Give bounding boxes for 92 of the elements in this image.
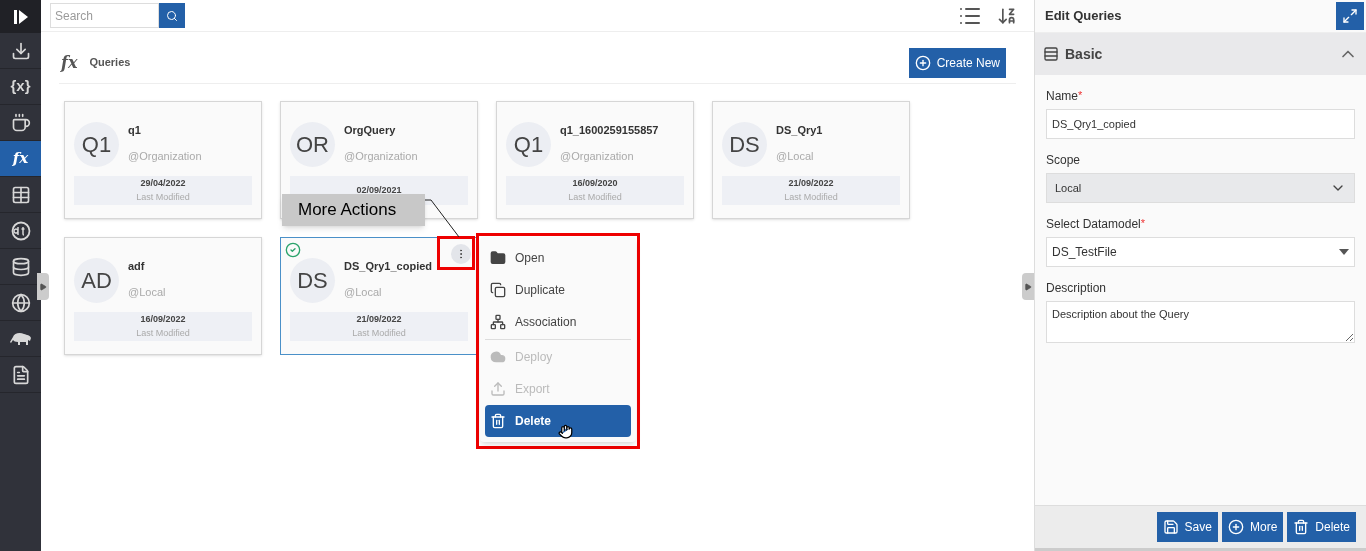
modified-label: Last Modified: [136, 326, 190, 340]
scope-select[interactable]: Local: [1046, 173, 1355, 203]
queries-icon: fx: [61, 50, 78, 75]
plus-circle-icon: [914, 54, 931, 71]
glyph-icon: fx: [12, 147, 29, 170]
query-scope: @Local: [344, 284, 383, 300]
panel-title: Edit Queries: [1045, 7, 1122, 26]
folder-icon: [490, 250, 506, 266]
avatar-initials: AD: [74, 258, 119, 303]
play-icon: [1024, 282, 1032, 291]
modified-label: Last Modified: [136, 190, 190, 204]
required-mark: *: [1078, 88, 1083, 103]
modified-date: 16/09/2022: [140, 313, 186, 326]
query-scope: @Local: [128, 284, 166, 300]
globe-icon: [10, 292, 31, 313]
expand-icon: [1342, 8, 1358, 24]
modified-label: Last Modified: [568, 190, 622, 204]
menu-item[interactable]: Duplicate: [485, 274, 631, 306]
app-logo[interactable]: [12, 8, 29, 25]
dt-circle-icon: [10, 220, 31, 241]
footer-button[interactable]: Delete: [1287, 512, 1356, 542]
footer-button[interactable]: Save: [1156, 512, 1218, 542]
field-label: Name: [1046, 88, 1078, 105]
section-title: Basic: [1065, 44, 1103, 64]
glyph-icon: {x}: [10, 75, 31, 98]
hierarchy-icon: [490, 314, 506, 330]
query-name: q1: [128, 123, 142, 138]
collapse-handle[interactable]: [1022, 273, 1034, 300]
field-label: Select Datamodel: [1046, 216, 1141, 233]
modified-date: 21/09/2022: [788, 177, 834, 190]
query-name: DS_Qry1: [776, 123, 823, 138]
table-icon: [10, 184, 31, 205]
menu-item[interactable]: Open: [485, 242, 631, 274]
query-name: OrgQuery: [344, 123, 397, 138]
more-actions-tooltip: More Actions: [282, 194, 425, 226]
avatar-initials: DS: [722, 122, 767, 167]
collapse-handle[interactable]: [37, 273, 49, 300]
query-scope: @Organization: [344, 148, 418, 164]
sidebar-item[interactable]: fx: [0, 141, 41, 177]
copy-icon: [490, 282, 506, 298]
section-icon: [1043, 46, 1059, 62]
avatar-initials: Q1: [74, 122, 119, 167]
trash-icon: [1293, 519, 1310, 535]
query-name: DS_Qry1_copied: [344, 259, 433, 274]
caret-icon: [1339, 249, 1349, 255]
query-scope: @Organization: [560, 148, 635, 164]
query-scope: @Local: [776, 148, 815, 164]
query-card[interactable]: DS DS_Qry1_copied @Local 21/09/2022 Last Modified: [280, 237, 478, 355]
page-title: Queries: [89, 55, 131, 71]
plus-circle-icon: [1227, 519, 1244, 535]
datamodel-dropdown[interactable]: DS_TestFile: [1046, 237, 1355, 267]
modified-date: 16/09/2020: [572, 177, 618, 190]
modified-date: 02/09/2021: [356, 183, 402, 197]
create-new-button[interactable]: Create New: [908, 47, 1006, 78]
expand-button[interactable]: [1336, 2, 1364, 30]
avatar-initials: DS: [290, 258, 335, 303]
avatar-initials: OR: [290, 122, 335, 167]
field-label: Scope: [1046, 152, 1081, 169]
query-card[interactable]: AD adf @Local 16/09/2022 Last Modified: [64, 237, 262, 355]
modified-date: 29/04/2022: [140, 177, 186, 190]
trash-icon: [490, 413, 506, 429]
query-name: adf: [128, 259, 146, 274]
required-mark: *: [1140, 216, 1145, 231]
modified-date: 21/09/2022: [356, 313, 402, 326]
query-card[interactable]: DS DS_Qry1 @Local 21/09/2022 Last Modified: [712, 101, 910, 219]
check-icon: [285, 242, 301, 258]
save-icon: [1162, 519, 1179, 535]
search-field[interactable]: Search: [50, 3, 159, 28]
query-name: q1_1600259155857: [560, 123, 659, 138]
database-icon: [10, 256, 31, 277]
section-header[interactable]: Basic: [1035, 33, 1366, 75]
search-button[interactable]: [159, 3, 185, 28]
menu-item[interactable]: Association: [485, 306, 631, 338]
footer-button[interactable]: More: [1221, 512, 1284, 542]
cloud-icon: [490, 349, 506, 365]
coffee-icon: [10, 112, 31, 133]
search-icon: [166, 9, 178, 22]
upload-icon: [490, 381, 506, 397]
query-scope: @Organization: [128, 148, 202, 164]
menu-item[interactable]: Delete: [485, 405, 631, 437]
query-card[interactable]: Q1 q1_1600259155857 @Organization 16/09/2020 Last Modified: [496, 101, 694, 219]
query-card[interactable]: Q1 q1 @Organization 29/04/2022 Last Modified: [64, 101, 262, 219]
field-label: Description: [1046, 280, 1107, 297]
modified-label: Last Modified: [352, 326, 406, 340]
name-field[interactable]: DS_Qry1_copied: [1046, 109, 1355, 139]
avatar-initials: Q1: [506, 122, 551, 167]
play-icon: [39, 282, 47, 291]
leader-line: [425, 199, 461, 239]
import-icon: [10, 40, 31, 61]
description-field[interactable]: Description about the Query: [1046, 301, 1355, 343]
modified-label: Last Modified: [784, 190, 838, 204]
elephant-icon: [9, 330, 32, 347]
